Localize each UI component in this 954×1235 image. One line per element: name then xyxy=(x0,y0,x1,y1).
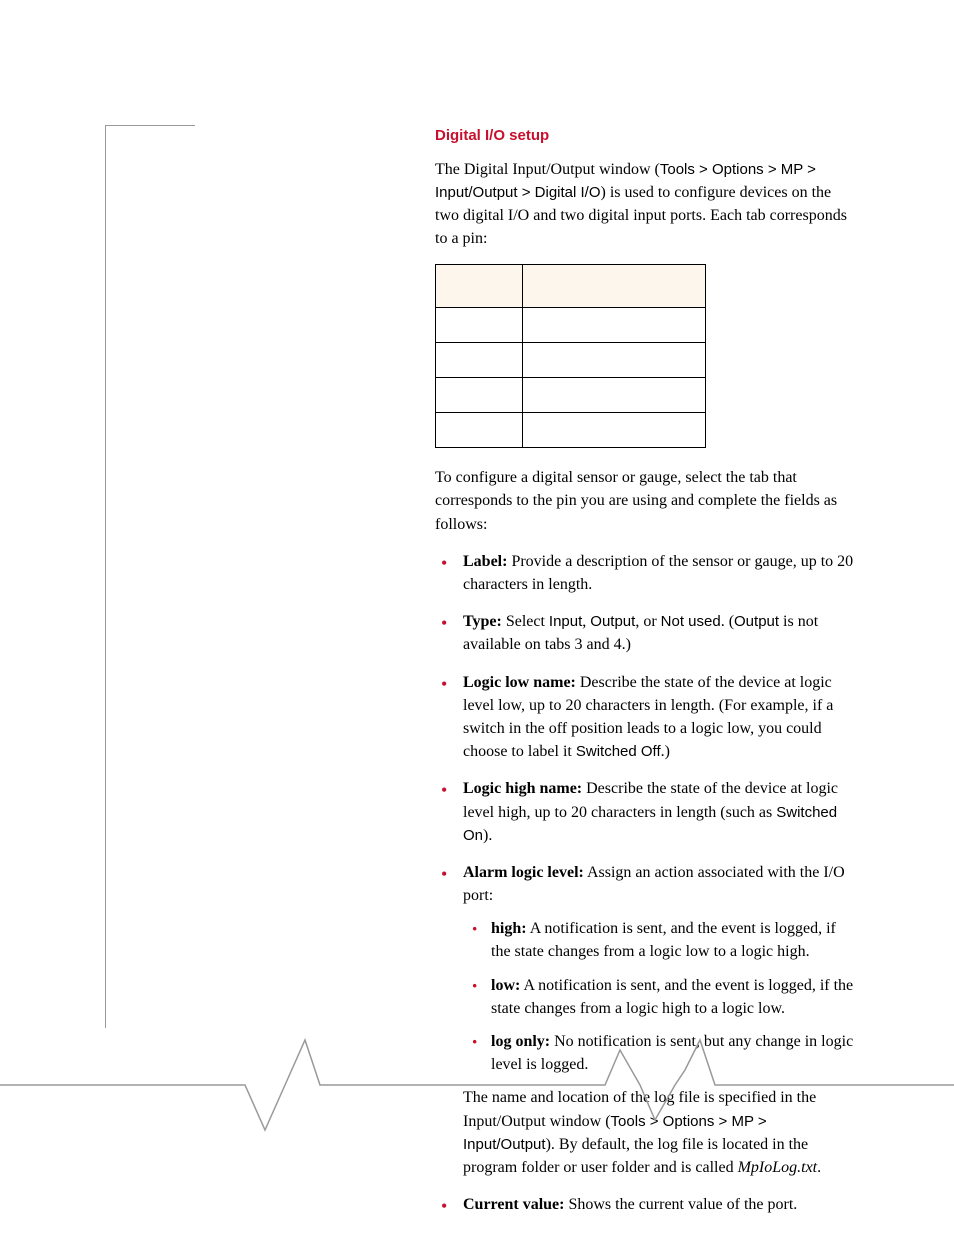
table-cell xyxy=(436,378,523,413)
text: Shows the current value of the port. xyxy=(564,1196,797,1213)
table-cell xyxy=(523,308,706,343)
field-label: Alarm logic level: xyxy=(463,864,584,881)
field-label: Current value: xyxy=(463,1196,564,1213)
field-label: Type: xyxy=(463,613,502,630)
option: Not used xyxy=(661,613,721,630)
list-item: Label: Provide a description of the sens… xyxy=(435,550,859,596)
pin-table xyxy=(435,264,706,448)
option: Output xyxy=(734,613,779,630)
list-item: Logic high name: Describe the state of t… xyxy=(435,777,859,847)
text: , or xyxy=(635,613,660,630)
text: A notification is sent, and the event is… xyxy=(491,977,853,1017)
table-header xyxy=(523,265,706,308)
table-cell xyxy=(523,413,706,448)
margin-rule-vertical xyxy=(105,125,106,1028)
table-cell xyxy=(436,343,523,378)
field-label: Logic low name: xyxy=(463,674,576,691)
sub-label: low: xyxy=(491,977,520,994)
list-item: high: A notification is sent, and the ev… xyxy=(463,917,859,963)
text: Provide a description of the sensor or g… xyxy=(463,553,853,593)
text: . ( xyxy=(721,613,734,630)
text: .) xyxy=(661,743,670,760)
table-row xyxy=(436,308,706,343)
text: A notification is sent, and the event is… xyxy=(491,920,836,960)
list-item: Current value: Shows the current value o… xyxy=(435,1193,859,1216)
filename: MpIoLog.txt xyxy=(738,1159,818,1176)
text: . xyxy=(817,1159,821,1176)
section-heading: Digital I/O setup xyxy=(435,125,859,148)
table-row xyxy=(436,343,706,378)
option: Output xyxy=(590,613,635,630)
list-item: low: A notification is sent, and the eve… xyxy=(463,974,859,1020)
table-cell xyxy=(436,308,523,343)
table-cell xyxy=(523,343,706,378)
list-item: Logic low name: Describe the state of th… xyxy=(435,671,859,764)
sub-label: high: xyxy=(491,920,527,937)
intro-paragraph: The Digital Input/Output window (Tools >… xyxy=(435,158,859,251)
table-cell xyxy=(523,378,706,413)
margin-rule-horizontal xyxy=(105,125,195,126)
table-header xyxy=(436,265,523,308)
field-label: Label: xyxy=(463,553,507,570)
table-row xyxy=(436,378,706,413)
list-item: Type: Select Input, Output, or Not used.… xyxy=(435,610,859,656)
example-value: Switched Off xyxy=(576,743,661,760)
text: ). xyxy=(483,827,492,844)
text: The Digital Input/Output window ( xyxy=(435,161,660,178)
field-label: Logic high name: xyxy=(463,780,582,797)
table-header-row xyxy=(436,265,706,308)
waveform-icon xyxy=(0,1025,954,1145)
table-row xyxy=(436,413,706,448)
table-cell xyxy=(436,413,523,448)
instruction-paragraph: To configure a digital sensor or gauge, … xyxy=(435,466,859,536)
text: Select xyxy=(502,613,549,630)
footer-waveform-graphic xyxy=(0,1025,954,1145)
option: Input xyxy=(549,613,582,630)
